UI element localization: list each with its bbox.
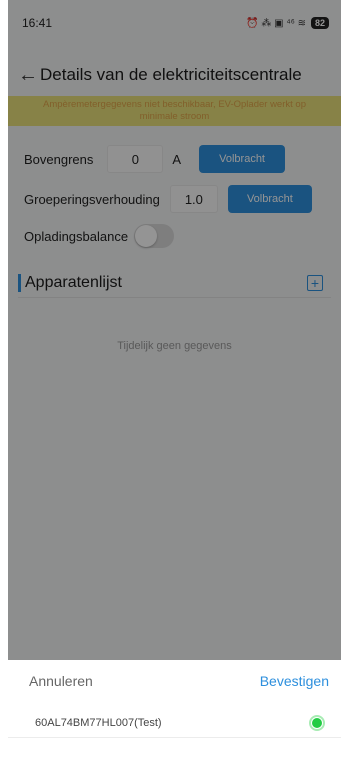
selected-radio-icon[interactable] [309, 714, 325, 731]
radio-dot [312, 717, 322, 728]
device-option[interactable]: 60AL74BM77HL007(Test) [8, 708, 341, 738]
device-option-label: 60AL74BM77HL007(Test) [35, 716, 162, 729]
cancel-button[interactable]: Annuleren [29, 673, 93, 689]
app-screen: 16:41 ⏰ ⁂ ▣ ⁴⁶ ≋ 82 ← Details van de ele… [8, 0, 341, 762]
confirm-button[interactable]: Bevestigen [260, 673, 329, 689]
sheet-actions: Annuleren Bevestigen [8, 670, 341, 692]
bottom-sheet: Annuleren Bevestigen 60AL74BM77HL007(Tes… [8, 660, 341, 762]
left-edge [0, 0, 8, 762]
modal-overlay[interactable] [8, 0, 341, 660]
